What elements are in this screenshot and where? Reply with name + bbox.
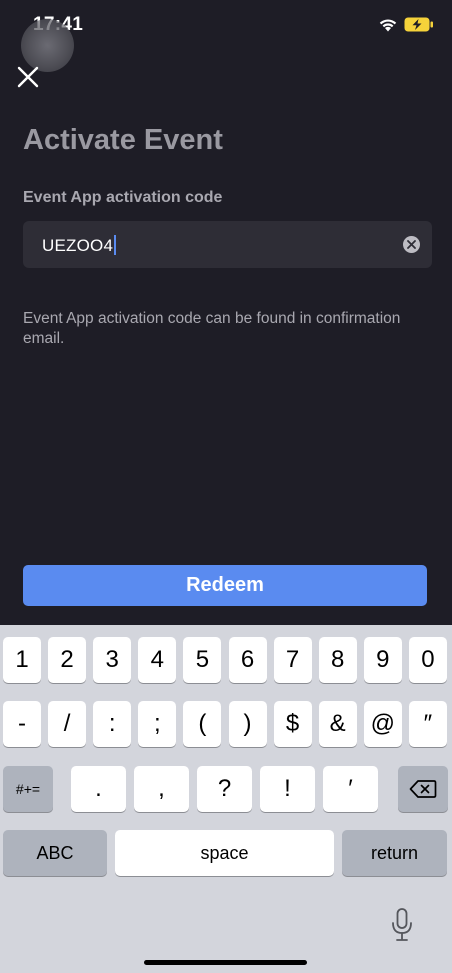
- key-more-symbols[interactable]: #+=: [3, 766, 53, 812]
- abc-key[interactable]: ABC: [3, 830, 107, 876]
- key-symbol-1[interactable]: /: [48, 701, 87, 747]
- activation-code-label: Event App activation code: [23, 189, 223, 206]
- clear-icon: [407, 240, 416, 249]
- key-symbol-3[interactable]: ;: [138, 701, 177, 747]
- key-symbol-9[interactable]: ″: [408, 701, 447, 747]
- text-caret: [114, 235, 117, 255]
- key-symbol-7[interactable]: &: [318, 701, 357, 747]
- key-number-6[interactable]: 7: [273, 637, 312, 683]
- key-symbol-8[interactable]: @: [363, 701, 402, 747]
- key-number-2[interactable]: 3: [93, 637, 132, 683]
- key-number-3[interactable]: 4: [138, 637, 177, 683]
- home-indicator: [144, 960, 307, 965]
- key-symbol-2[interactable]: :: [93, 701, 132, 747]
- wifi-icon: [379, 19, 397, 32]
- numeric-keyboard: 1234567890 - /:;() $ & @ ″ #+= .,?! ′ ABC spac…: [0, 625, 452, 973]
- key-punctuation-2[interactable]: ?: [197, 766, 252, 812]
- space-key[interactable]: space: [115, 830, 334, 876]
- key-punctuation-3[interactable]: !: [260, 766, 315, 812]
- key-punctuation-1[interactable]: ,: [134, 766, 189, 812]
- backspace-icon: [409, 780, 437, 798]
- battery-charging-icon: [404, 17, 433, 32]
- redeem-button[interactable]: Redeem: [23, 565, 427, 606]
- activation-code-value: UEZOO4: [42, 235, 117, 256]
- key-number-5[interactable]: 6: [228, 637, 267, 683]
- clear-input-button[interactable]: [403, 236, 420, 253]
- key-number-8[interactable]: 9: [363, 637, 402, 683]
- key-symbol-0[interactable]: -: [3, 701, 41, 747]
- page-title: Activate Event: [23, 124, 223, 156]
- activate-event-screen: 17:41 Activate Event Event App activatio…: [0, 0, 452, 973]
- key-symbol-5[interactable]: ): [228, 701, 267, 747]
- microphone-icon[interactable]: [389, 907, 415, 943]
- key-number-0[interactable]: 1: [3, 637, 41, 683]
- key-punctuation-0[interactable]: .: [71, 766, 126, 812]
- close-icon: [17, 66, 39, 88]
- backspace-key[interactable]: [398, 766, 448, 812]
- key-punctuation-4[interactable]: ′: [323, 766, 378, 812]
- key-number-9[interactable]: 0: [408, 637, 447, 683]
- helper-text: Event App activation code can be found i…: [23, 310, 401, 347]
- key-number-7[interactable]: 8: [318, 637, 357, 683]
- activation-code-text: UEZOO4: [42, 236, 114, 255]
- close-button[interactable]: [14, 63, 42, 91]
- key-symbol-6[interactable]: $: [273, 701, 312, 747]
- key-number-4[interactable]: 5: [183, 637, 222, 683]
- return-key[interactable]: return: [342, 830, 447, 876]
- activation-code-input[interactable]: UEZOO4: [23, 221, 432, 268]
- key-symbol-4[interactable]: (: [183, 701, 222, 747]
- key-number-1[interactable]: 2: [48, 637, 87, 683]
